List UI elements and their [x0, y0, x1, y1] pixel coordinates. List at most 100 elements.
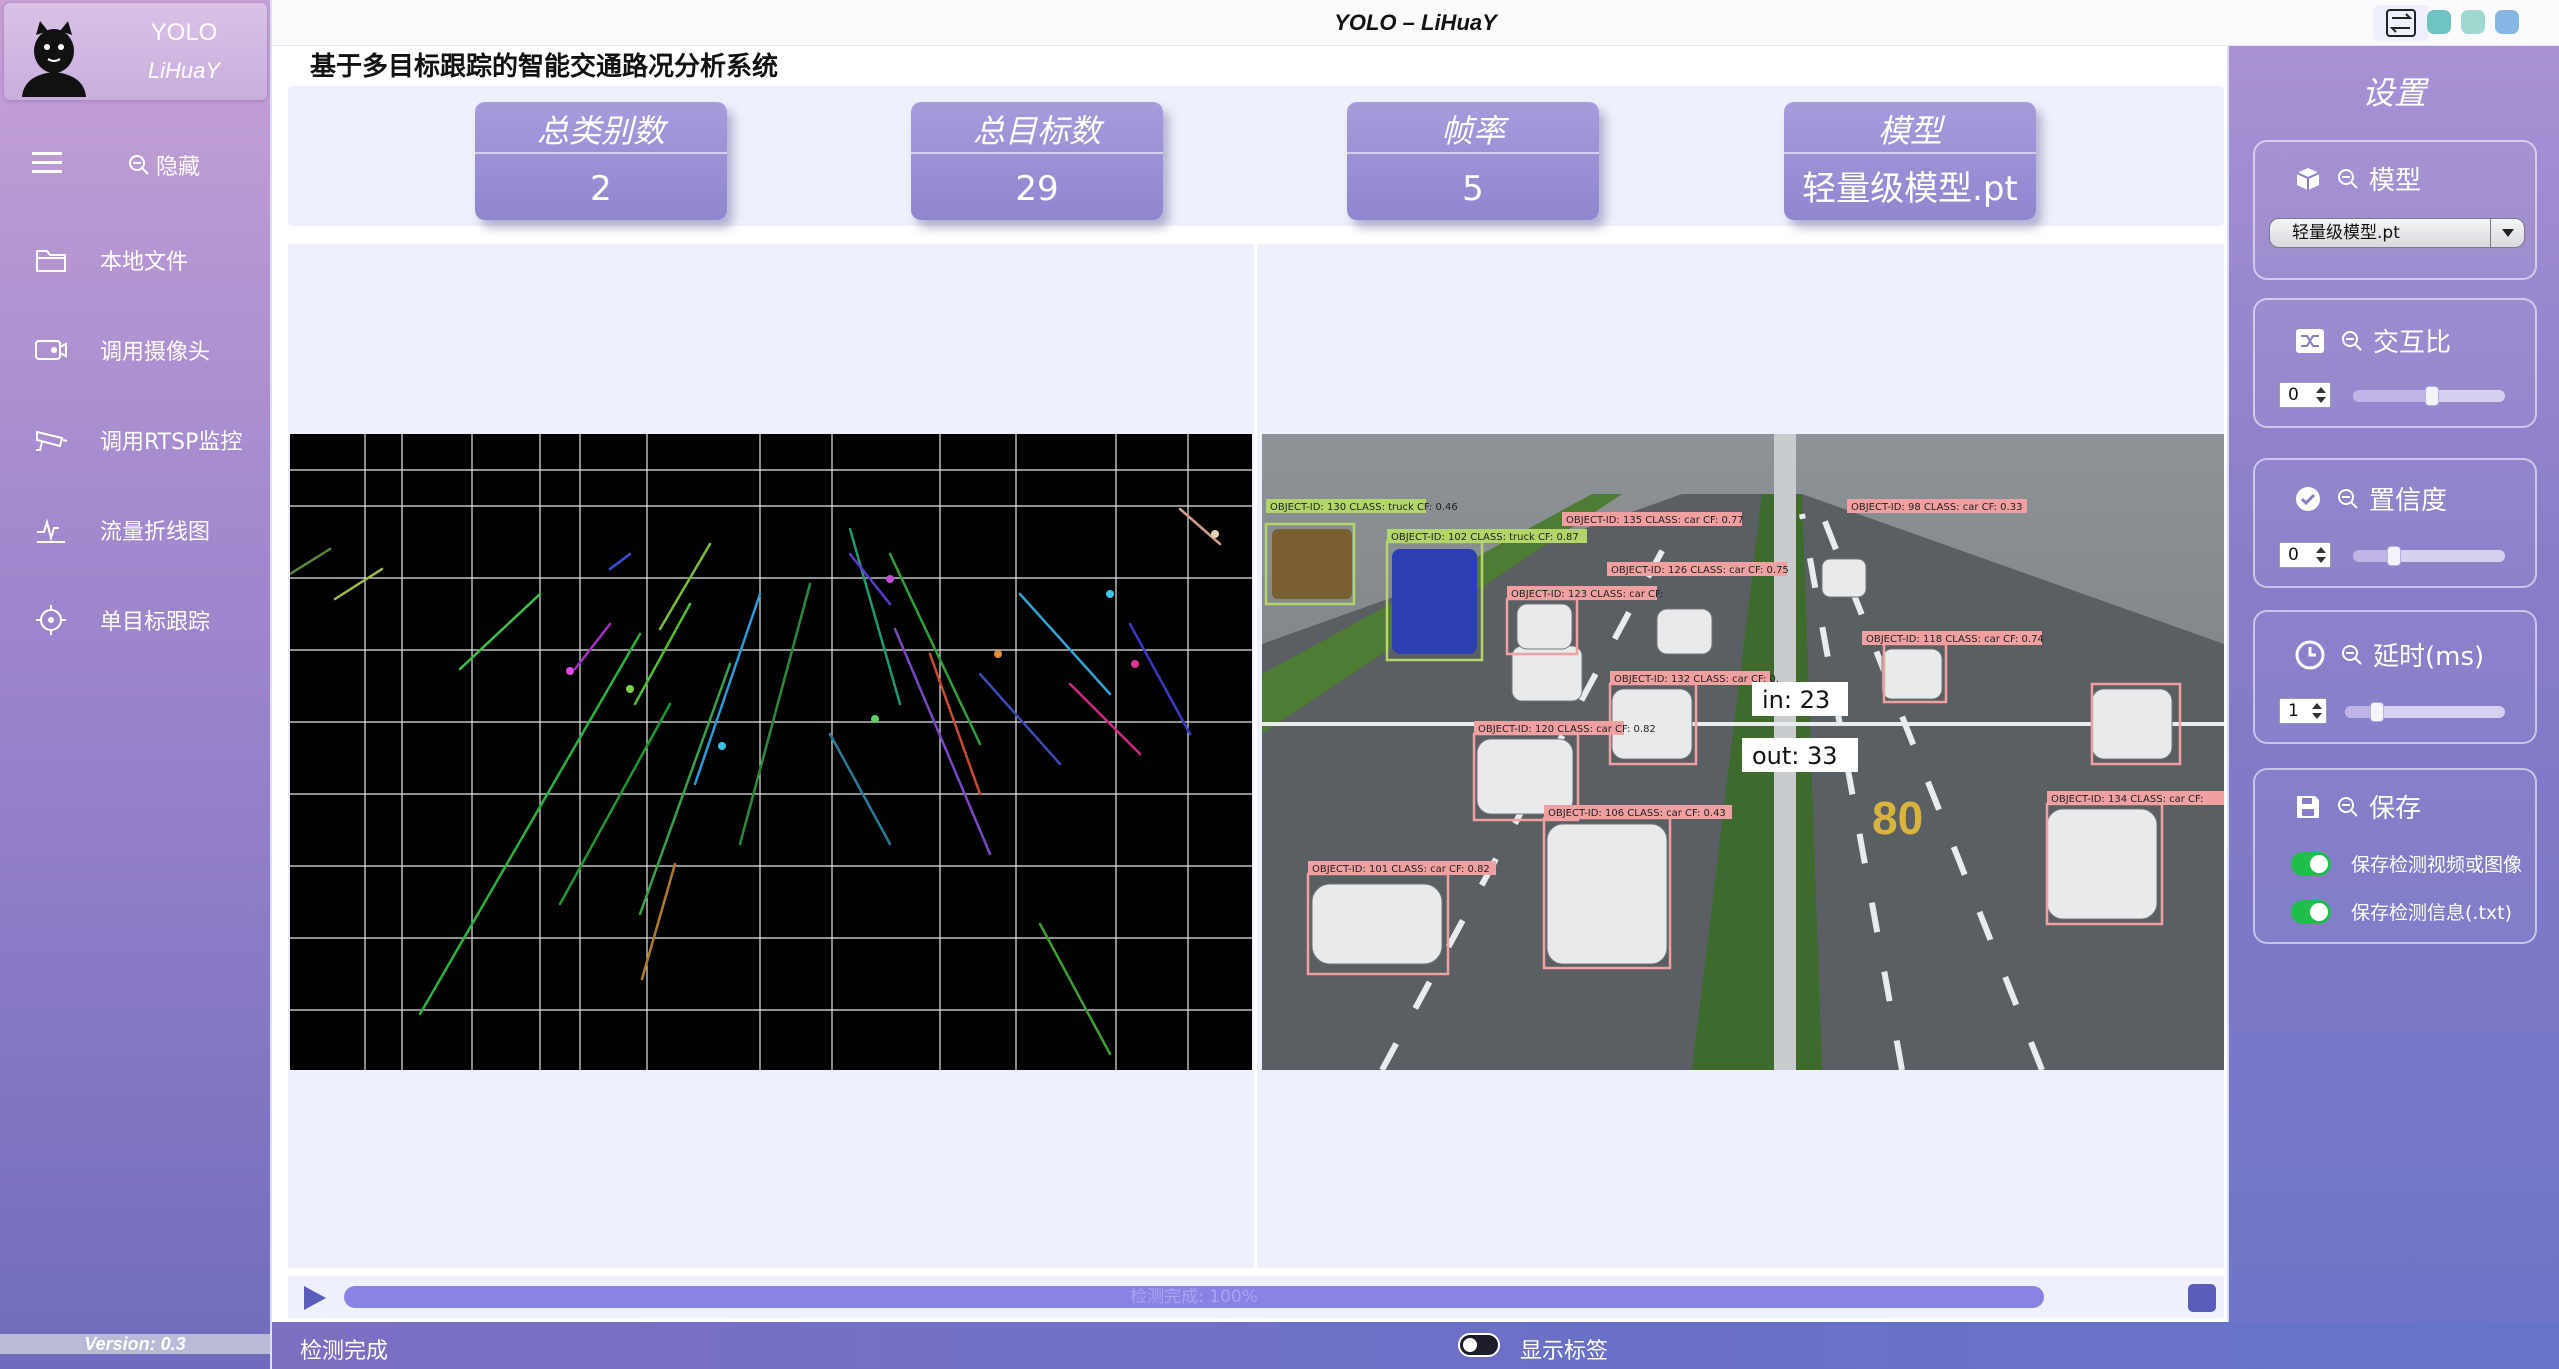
playback-controls: 检测完成: 100% — [288, 1276, 2224, 1318]
box-label: OBJECT-ID: 98 CLASS: car CF: 0.33 — [1851, 502, 2022, 513]
play-icon[interactable] — [300, 1284, 328, 1312]
zoom-out-icon — [2338, 168, 2358, 189]
page-title: 基于多目标跟踪的智能交通路况分析系统 — [310, 52, 779, 82]
avatar-icon — [22, 21, 86, 97]
save-video-toggle-row[interactable]: 保存检测视频或图像 — [2291, 850, 2531, 877]
iou-slider[interactable] — [2353, 386, 2505, 406]
nav-rtsp[interactable]: 调用RTSP监控 — [0, 410, 270, 470]
nav-flow-chart[interactable]: 流量折线图 — [0, 500, 270, 560]
save-info-label: 保存检测信息(.txt) — [2351, 902, 2513, 924]
stat-label: 模型 — [1784, 108, 2036, 154]
iou-value: 0 — [2288, 385, 2299, 405]
slider-handle[interactable] — [2425, 386, 2440, 406]
stat-total-classes: 总类别数 2 — [475, 102, 727, 220]
setting-label: 模型 — [2369, 166, 2422, 196]
stat-model: 模型 轻量级模型.pt — [1784, 102, 2036, 220]
save-info-switch[interactable] — [2291, 899, 2331, 924]
nav-label: 调用RTSP监控 — [100, 430, 243, 455]
brand-title: YOLO — [150, 19, 218, 46]
status-text: 检测完成 — [300, 1339, 389, 1364]
zoom-out-icon — [2342, 644, 2362, 665]
box-label: OBJECT-ID: 123 CLASS: car CF: — [1511, 589, 1663, 600]
stop-button[interactable] — [2188, 1284, 2216, 1312]
show-labels-label: 显示标签 — [1520, 1339, 1609, 1364]
counter-in: in: 23 — [1762, 686, 1830, 714]
hide-sidebar-button[interactable]: 隐藏 — [128, 150, 200, 180]
spin-arrows-icon[interactable] — [2311, 701, 2323, 721]
close-button[interactable] — [2495, 10, 2519, 34]
delay-slider[interactable] — [2345, 702, 2505, 722]
box-label: OBJECT-ID: 106 CLASS: car CF: 0.43 — [1548, 808, 1726, 819]
delay-spinbox[interactable]: 1 — [2279, 698, 2327, 724]
setting-label: 延时(ms) — [2373, 642, 2485, 672]
delay-value: 1 — [2288, 701, 2299, 721]
zoom-out-icon — [129, 155, 149, 175]
nav-label: 流量折线图 — [100, 520, 211, 545]
zoom-out-icon — [2338, 796, 2358, 817]
confidence-value: 0 — [2288, 545, 2299, 565]
stat-fps: 帧率 5 — [1347, 102, 1599, 220]
setting-head: 置信度 — [2295, 480, 2447, 517]
setting-head: 延时(ms) — [2295, 636, 2484, 673]
svg-text:80: 80 — [1872, 792, 1923, 844]
confidence-slider[interactable] — [2353, 546, 2505, 566]
setting-label: 交互比 — [2373, 328, 2452, 358]
sliders-icon — [2386, 9, 2416, 37]
maximize-button[interactable] — [2461, 10, 2485, 34]
slider-fill — [2353, 390, 2433, 402]
status-bar: 检测完成 显示标签 — [272, 1322, 2559, 1369]
trajectory-view — [290, 434, 1252, 1070]
box-label: OBJECT-ID: 120 CLASS: car CF: 0.82 — [1478, 724, 1656, 735]
sidebar: YOLO LiHuaY 隐藏 本地文件 调用摄像头 调用RTSP监控 流量折线图… — [0, 0, 270, 1369]
zoom-out-icon — [2342, 330, 2362, 351]
nav-camera[interactable]: 调用摄像头 — [0, 320, 270, 380]
merge-icon — [2296, 328, 2324, 353]
trajectory-canvas — [290, 434, 1252, 1070]
settings-title: 设置 — [2361, 74, 2426, 112]
toggle-settings-button[interactable] — [2373, 5, 2429, 41]
slider-handle[interactable] — [2387, 546, 2402, 566]
main-area: 基于多目标跟踪的智能交通路况分析系统 总类别数 2 总目标数 29 帧率 5 模… — [272, 46, 2227, 1334]
setting-label: 置信度 — [2369, 486, 2448, 516]
slider-handle[interactable] — [2370, 702, 2384, 722]
save-icon — [2297, 795, 2319, 818]
save-video-switch[interactable] — [2291, 851, 2331, 876]
box-label: OBJECT-ID: 135 CLASS: car CF: 0.77 — [1566, 515, 1744, 526]
zoom-out-icon — [2338, 488, 2358, 509]
nav-label: 调用摄像头 — [100, 340, 211, 365]
settings-panel: 设置 模型 轻量级模型.pt 交互比 0 置信度 0 延时(ms) 1 保存 保… — [2229, 46, 2559, 1322]
show-labels-switch[interactable] — [1458, 1333, 1500, 1357]
stat-label: 总类别数 — [475, 108, 727, 154]
model-select[interactable]: 轻量级模型.pt — [2269, 218, 2525, 248]
box-label: OBJECT-ID: 101 CLASS: car CF: 0.82 — [1312, 864, 1490, 875]
save-info-toggle-row[interactable]: 保存检测信息(.txt) — [2291, 898, 2531, 925]
box-label: OBJECT-ID: 130 CLASS: truck CF: 0.46 — [1270, 502, 1458, 513]
stats-strip: 总类别数 2 总目标数 29 帧率 5 模型 轻量级模型.pt — [288, 86, 2224, 226]
box-label: OBJECT-ID: 118 CLASS: car CF: 0.74 — [1866, 634, 2044, 645]
nav-label: 单目标跟踪 — [100, 610, 211, 635]
clock-icon — [2295, 640, 2325, 669]
setting-iou: 交互比 0 — [2253, 298, 2537, 428]
window-title: YOLO – LiHuaY — [1334, 10, 1497, 35]
minimize-button[interactable] — [2427, 10, 2451, 34]
nav-single-track[interactable]: 单目标跟踪 — [0, 590, 270, 650]
iou-spinbox[interactable]: 0 — [2279, 382, 2331, 408]
stat-value: 轻量级模型.pt — [1802, 169, 2018, 209]
title-bar: YOLO – LiHuaY — [272, 0, 2559, 46]
nav-local-file[interactable]: 本地文件 — [0, 230, 270, 290]
brand-subtitle: LiHuaY — [147, 58, 221, 83]
panel-divider — [1254, 244, 1257, 1268]
box-label: OBJECT-ID: 134 CLASS: car CF: — [2051, 794, 2203, 805]
brand-card: YOLO LiHuaY — [4, 3, 267, 100]
progress-bar[interactable]: 检测完成: 100% — [344, 1286, 2044, 1308]
menu-icon[interactable] — [30, 148, 66, 178]
stat-value: 5 — [1462, 169, 1484, 209]
stat-value: 2 — [590, 169, 612, 209]
confidence-spinbox[interactable]: 0 — [2279, 542, 2331, 568]
spin-arrows-icon[interactable] — [2315, 545, 2327, 565]
spin-arrows-icon[interactable] — [2315, 385, 2327, 405]
setting-model: 模型 轻量级模型.pt — [2253, 140, 2537, 280]
setting-head: 保存 — [2295, 788, 2421, 825]
detection-canvas: 80 OBJECT-ID: 101 CLASS: car CF: 0.82 OB… — [1262, 434, 2224, 1070]
box-label: OBJECT-ID: 126 CLASS: car CF: 0.75 — [1611, 565, 1789, 576]
